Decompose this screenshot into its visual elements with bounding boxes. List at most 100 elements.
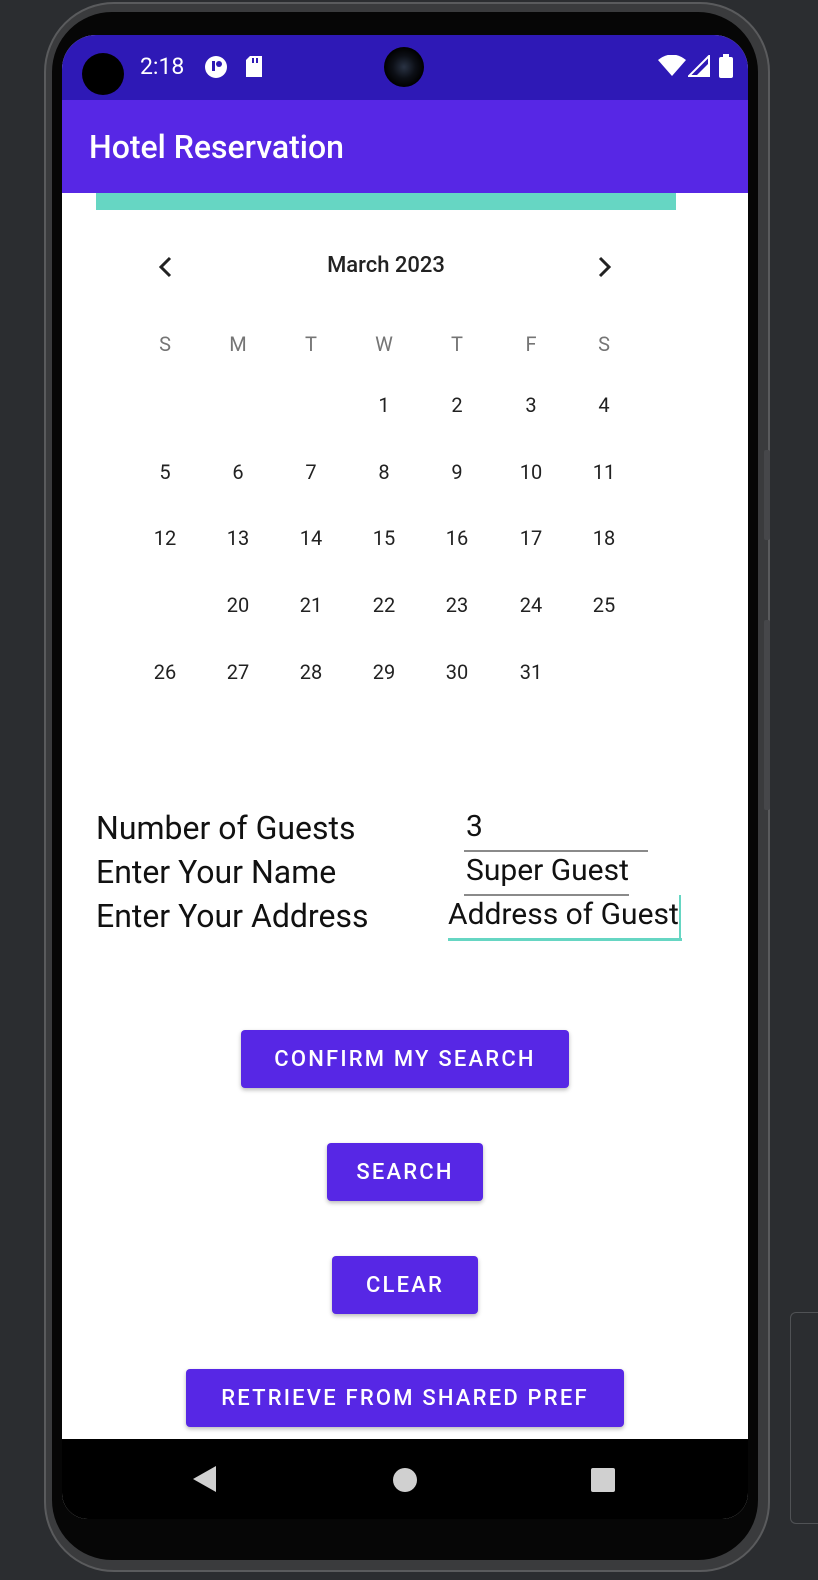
calendar-day[interactable]: 16 xyxy=(424,505,490,571)
calendar-day[interactable]: 29 xyxy=(351,639,417,705)
weekday-header: T xyxy=(305,332,317,356)
weekday-header: T xyxy=(451,332,463,356)
calendar-day-number: 11 xyxy=(592,460,616,484)
calendar-day-number: 25 xyxy=(592,593,616,617)
calendar-day[interactable]: 9 xyxy=(424,439,490,505)
weekday-header: M xyxy=(229,332,247,356)
calendar-day-number: 26 xyxy=(153,660,177,684)
circle-dot-icon xyxy=(205,56,227,78)
device-screen: 2:18 Hotel Reservation March 2023 S M T W T… xyxy=(62,35,748,1519)
calendar-day-number: 20 xyxy=(226,593,250,617)
weekday-header: W xyxy=(375,332,393,356)
calendar-day-number: 29 xyxy=(372,660,396,684)
calendar-day[interactable]: 6 xyxy=(205,439,271,505)
calendar-day-number: 23 xyxy=(445,593,469,617)
name-input-underline xyxy=(464,894,629,896)
confirm-search-button[interactable]: CONFIRM MY SEARCH xyxy=(241,1030,569,1088)
front-camera xyxy=(384,47,424,87)
calendar-day[interactable]: 13 xyxy=(205,505,271,571)
calendar-day-number: 8 xyxy=(378,460,390,484)
calendar-day[interactable]: 18 xyxy=(571,505,637,571)
address-input[interactable] xyxy=(446,897,684,932)
address-input-underline xyxy=(448,938,682,941)
calendar-day-number: 6 xyxy=(232,460,244,484)
calendar-day-selected[interactable]: 19 xyxy=(132,572,198,638)
calendar-day[interactable]: 10 xyxy=(498,439,564,505)
calendar-day-number: 21 xyxy=(299,593,323,617)
calendar-day-number: 14 xyxy=(299,526,323,550)
chevron-right-icon[interactable] xyxy=(592,255,616,279)
calendar-day-number: 3 xyxy=(525,393,537,417)
calendar-day-number: 2 xyxy=(451,393,463,417)
calendar-day[interactable]: 2 xyxy=(424,372,490,438)
calendar-day-number: 13 xyxy=(226,526,250,550)
retrieve-shared-pref-button[interactable]: RETRIEVE FROM SHARED PREF xyxy=(186,1369,624,1427)
app-title: Hotel Reservation xyxy=(89,128,344,166)
calendar-day[interactable]: 5 xyxy=(132,439,198,505)
wifi-icon xyxy=(658,55,686,76)
app-bar: Hotel Reservation xyxy=(62,100,748,193)
power-button xyxy=(764,620,770,810)
calendar-day[interactable]: 4 xyxy=(571,372,637,438)
search-button[interactable]: SEARCH xyxy=(327,1143,483,1201)
signal-icon xyxy=(688,55,710,77)
calendar-day-number: 31 xyxy=(519,660,543,684)
weekday-header: S xyxy=(598,332,610,356)
text-cursor xyxy=(679,895,681,939)
home-icon[interactable] xyxy=(392,1467,418,1493)
accent-strip xyxy=(96,193,676,210)
calendar-day-number: 24 xyxy=(519,593,543,617)
calendar-day[interactable]: 21 xyxy=(278,572,344,638)
calendar-day[interactable]: 25 xyxy=(571,572,637,638)
battery-icon xyxy=(719,54,733,78)
calendar-day[interactable]: 20 xyxy=(205,572,271,638)
calendar-day[interactable]: 26 xyxy=(132,639,198,705)
calendar-day-number: 1 xyxy=(378,393,390,417)
guests-input-underline xyxy=(464,850,648,852)
camera-cutout xyxy=(82,53,124,95)
calendar-day-number: 19 xyxy=(153,593,177,617)
calendar-day[interactable]: 31 xyxy=(498,639,564,705)
calendar-day-number: 18 xyxy=(592,526,616,550)
calendar-day-number: 27 xyxy=(226,660,250,684)
name-label: Enter Your Name xyxy=(96,853,337,891)
emulator-side-panel xyxy=(790,1312,818,1524)
weekday-header: S xyxy=(159,332,171,356)
recents-icon[interactable] xyxy=(590,1467,616,1493)
calendar-day[interactable]: 11 xyxy=(571,439,637,505)
calendar-day[interactable]: 14 xyxy=(278,505,344,571)
calendar-day[interactable]: 24 xyxy=(498,572,564,638)
calendar-day[interactable]: 17 xyxy=(498,505,564,571)
calendar-day[interactable]: 23 xyxy=(424,572,490,638)
calendar-day-number: 4 xyxy=(598,393,610,417)
calendar-day[interactable]: 27 xyxy=(205,639,271,705)
navigation-bar xyxy=(62,1439,748,1519)
volume-button xyxy=(764,450,770,540)
guests-input[interactable] xyxy=(464,809,648,844)
calendar-day-number: 10 xyxy=(519,460,543,484)
status-bar: 2:18 xyxy=(62,35,748,100)
calendar-day-number: 5 xyxy=(159,460,171,484)
clear-button[interactable]: CLEAR xyxy=(332,1256,478,1314)
status-time: 2:18 xyxy=(140,53,185,80)
address-label: Enter Your Address xyxy=(96,897,369,935)
calendar-header: March 2023 xyxy=(62,245,748,285)
name-input[interactable] xyxy=(464,853,633,888)
calendar-day-number: 17 xyxy=(519,526,543,550)
calendar-day-number: 30 xyxy=(445,660,469,684)
calendar-day[interactable]: 15 xyxy=(351,505,417,571)
calendar-day-number: 7 xyxy=(305,460,317,484)
calendar-day[interactable]: 7 xyxy=(278,439,344,505)
calendar-day-number: 16 xyxy=(445,526,469,550)
calendar-day[interactable]: 1 xyxy=(351,372,417,438)
calendar-day[interactable]: 12 xyxy=(132,505,198,571)
back-icon[interactable] xyxy=(192,1465,218,1493)
calendar-day-number: 28 xyxy=(299,660,323,684)
calendar-day[interactable]: 30 xyxy=(424,639,490,705)
calendar-day-number: 22 xyxy=(372,593,396,617)
calendar-day[interactable]: 22 xyxy=(351,572,417,638)
calendar-day[interactable]: 8 xyxy=(351,439,417,505)
calendar-day[interactable]: 3 xyxy=(498,372,564,438)
calendar-day-number: 15 xyxy=(372,526,396,550)
calendar-day[interactable]: 28 xyxy=(278,639,344,705)
